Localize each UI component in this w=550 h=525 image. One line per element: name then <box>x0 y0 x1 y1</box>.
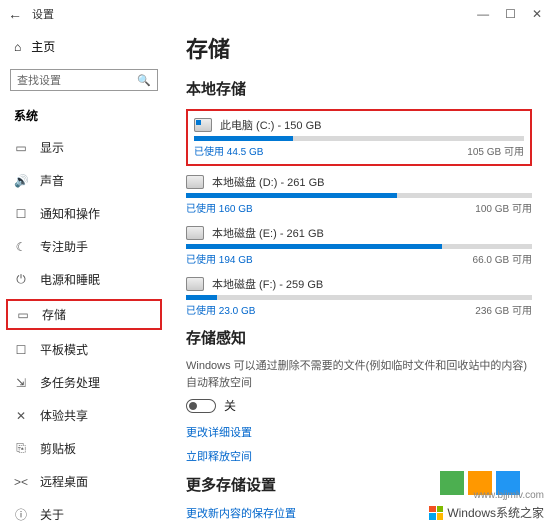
drive-f[interactable]: 本地磁盘 (F:) - 259 GB 已使用 23.0 GB 236 GB 可用 <box>186 276 532 317</box>
sidebar-item-display[interactable]: ▭ 显示 <box>0 132 168 163</box>
storage-sense-desc: Windows 可以通过删除不需要的文件(例如临时文件和回收站中的内容)自动释放… <box>186 358 532 391</box>
free-label: 66.0 GB 可用 <box>473 251 532 266</box>
home-icon: ⌂ <box>14 40 21 54</box>
shared-icon: ✕ <box>14 409 28 423</box>
page-title: 存储 <box>186 32 532 64</box>
toggle-knob <box>189 402 197 410</box>
search-icon: 🔍 <box>137 74 151 87</box>
content-area: 存储 本地存储 此电脑 (C:) - 150 GB 已使用 44.5 GB 105… <box>168 28 550 525</box>
multitask-icon: ⇲ <box>14 376 28 390</box>
tablet-icon: ☐ <box>14 343 28 357</box>
windows-logo-icon <box>429 506 443 520</box>
drive-icon <box>186 175 204 189</box>
minimize-button[interactable]: — <box>477 7 489 21</box>
deco-green <box>440 471 464 495</box>
sidebar-item-label: 声音 <box>40 172 64 189</box>
sidebar-item-label: 电源和睡眠 <box>40 271 100 288</box>
usage-bar <box>194 136 524 141</box>
sidebar-item-label: 平板模式 <box>40 341 88 358</box>
free-label: 236 GB 可用 <box>475 302 532 317</box>
sidebar-item-label: 多任务处理 <box>40 374 100 391</box>
sidebar-item-focus[interactable]: ☾ 专注助手 <box>0 231 168 262</box>
sidebar-item-label: 关于 <box>40 506 64 523</box>
sidebar-item-label: 体验共享 <box>40 407 88 424</box>
free-label: 105 GB 可用 <box>467 143 524 158</box>
drive-name: 本地磁盘 (F:) - 259 GB <box>212 276 323 292</box>
used-label: 已使用 44.5 GB <box>194 143 263 158</box>
drive-icon <box>186 277 204 291</box>
watermark-text: Windows系统之家 <box>447 504 544 521</box>
watermark-url: www.bjjmlv.com <box>474 490 544 501</box>
sidebar-item-label: 专注助手 <box>40 238 88 255</box>
free-label: 100 GB 可用 <box>475 200 532 215</box>
home-label: 主页 <box>31 38 55 55</box>
local-storage-heading: 本地存储 <box>186 78 532 99</box>
display-icon: ▭ <box>14 141 28 155</box>
sidebar-item-tablet[interactable]: ☐ 平板模式 <box>0 334 168 365</box>
storage-icon: ▭ <box>16 308 30 322</box>
remote-icon: >< <box>14 475 28 489</box>
watermark: Windows系统之家 <box>429 504 544 521</box>
search-placeholder: 查找设置 <box>17 72 61 88</box>
clipboard-icon: ⎘ <box>14 441 28 456</box>
sound-icon: 🔊 <box>14 174 28 188</box>
sidebar-item-label: 远程桌面 <box>40 473 88 490</box>
used-label: 已使用 23.0 GB <box>186 302 255 317</box>
power-icon: ⏻ <box>14 272 28 287</box>
window-title: 设置 <box>32 6 54 22</box>
used-label: 已使用 194 GB <box>186 251 253 266</box>
notifications-icon: ☐ <box>14 207 28 221</box>
back-button[interactable]: ← <box>8 6 22 22</box>
search-input[interactable]: 查找设置 🔍 <box>10 69 158 91</box>
usage-bar <box>186 244 532 249</box>
sidebar-item-label: 显示 <box>40 139 64 156</box>
usage-bar <box>186 295 532 300</box>
drive-c[interactable]: 此电脑 (C:) - 150 GB 已使用 44.5 GB 105 GB 可用 <box>186 109 532 166</box>
sidebar-item-label: 通知和操作 <box>40 205 100 222</box>
usage-bar <box>186 193 532 198</box>
sidebar-item-remote[interactable]: >< 远程桌面 <box>0 466 168 497</box>
sidebar-item-multitask[interactable]: ⇲ 多任务处理 <box>0 367 168 398</box>
toggle-label: 关 <box>224 397 236 414</box>
sidebar-item-notifications[interactable]: ☐ 通知和操作 <box>0 198 168 229</box>
about-icon: ⓘ <box>14 506 28 523</box>
drive-icon <box>186 226 204 240</box>
close-button[interactable]: ✕ <box>532 7 542 21</box>
section-header-system: 系统 <box>0 99 168 130</box>
change-settings-link[interactable]: 更改详细设置 <box>186 424 532 440</box>
sidebar-item-storage[interactable]: ▭ 存储 <box>6 299 162 330</box>
sidebar-item-label: 剪贴板 <box>40 440 76 457</box>
sidebar-item-power[interactable]: ⏻ 电源和睡眠 <box>0 264 168 295</box>
usage-bar-fill <box>186 244 442 249</box>
free-space-link[interactable]: 立即释放空间 <box>186 448 532 464</box>
sidebar-item-clipboard[interactable]: ⎘ 剪贴板 <box>0 433 168 464</box>
drive-icon <box>194 118 212 132</box>
used-label: 已使用 160 GB <box>186 200 253 215</box>
sidebar-item-label: 存储 <box>42 306 66 323</box>
toggle-track <box>186 399 216 413</box>
maximize-button[interactable]: ☐ <box>505 7 516 21</box>
sidebar-item-sound[interactable]: 🔊 声音 <box>0 165 168 196</box>
usage-bar-fill <box>186 295 217 300</box>
usage-bar-fill <box>194 136 293 141</box>
drive-e[interactable]: 本地磁盘 (E:) - 261 GB 已使用 194 GB 66.0 GB 可用 <box>186 225 532 266</box>
sidebar: ⌂ 主页 查找设置 🔍 系统 ▭ 显示 🔊 声音 ☐ 通知和操作 ☾ 专注助手 ⏻ 电源和… <box>0 28 168 525</box>
drive-d[interactable]: 本地磁盘 (D:) - 261 GB 已使用 160 GB 100 GB 可用 <box>186 174 532 215</box>
focus-icon: ☾ <box>14 240 28 254</box>
sidebar-item-shared[interactable]: ✕ 体验共享 <box>0 400 168 431</box>
drive-name: 本地磁盘 (D:) - 261 GB <box>212 174 324 190</box>
drive-name: 此电脑 (C:) - 150 GB <box>220 117 321 133</box>
usage-bar-fill <box>186 193 397 198</box>
home-link[interactable]: ⌂ 主页 <box>0 32 168 61</box>
drive-name: 本地磁盘 (E:) - 261 GB <box>212 225 324 241</box>
sidebar-item-about[interactable]: ⓘ 关于 <box>0 499 168 525</box>
titlebar: ← 设置 — ☐ ✕ <box>0 0 550 28</box>
storage-sense-toggle[interactable]: 关 <box>186 397 532 414</box>
storage-sense-heading: 存储感知 <box>186 327 532 348</box>
